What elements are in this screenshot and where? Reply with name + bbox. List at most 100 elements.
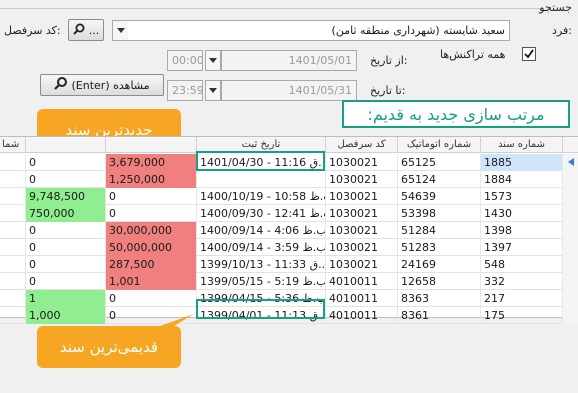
table-row[interactable]: 0287,5001399/10/13 - 11:33 ق...103002124… [0, 256, 578, 273]
from-date-dropdown[interactable] [205, 50, 221, 71]
cell-credit: 0 [25, 171, 105, 188]
cell-debit: 0 [105, 290, 196, 307]
lookup-button[interactable]: ... [68, 19, 104, 41]
from-date-label: از تاریخ: [370, 54, 408, 67]
cell-doc-no: 1397 [480, 239, 562, 256]
newest-date-highlight [196, 151, 325, 171]
person-select[interactable]: سعید شایسته (شهرداری منطقه ثامن) [112, 20, 510, 41]
to-date-field[interactable]: 1401/05/31 [221, 80, 357, 101]
cell-credit: 1 [25, 290, 105, 307]
row-indicator[interactable] [562, 154, 578, 171]
from-time-field[interactable]: 00:00 [167, 50, 203, 71]
table-row[interactable]: 0 1,250,000 1030021 65124 1884 [0, 171, 578, 188]
cell-ledger-code: 4010011 [325, 290, 397, 307]
group-divider [0, 8, 540, 9]
cell-auto-no: 8361 [397, 307, 480, 324]
from-date-value: 1401/05/01 [288, 54, 352, 67]
cell-auto-no: 51283 [397, 239, 480, 256]
cell-doc-no: 175 [480, 307, 562, 324]
cell-doc-no: 1573 [480, 188, 562, 205]
cell-auto-no: 54639 [397, 188, 480, 205]
row-indicator[interactable] [562, 222, 578, 239]
from-date-field[interactable]: 1401/05/01 [221, 50, 357, 71]
cell-auto-no: 65124 [397, 171, 480, 188]
chevron-down-icon [209, 88, 217, 93]
cell-credit: 0 [25, 239, 105, 256]
cell-ledger-code: 1030021 [325, 154, 397, 171]
oldest-callout-arrow [160, 314, 194, 326]
cell-reg-date: 1399/05/15 - 5:19 ب.ظ [196, 273, 325, 290]
table-row[interactable]: 0 1,001 1399/05/15 - 5:19 ب.ظ 4010011 12658 3… [0, 273, 578, 290]
cell-credit: 750,000 [25, 205, 105, 222]
row-indicator[interactable] [562, 273, 578, 290]
cell-ledger-code: 1030021 [325, 256, 397, 273]
oldest-date-highlight [196, 299, 325, 319]
cell-reg-date: 1400/09/30 - 12:41 ب.ظ [196, 205, 325, 222]
to-date-label: تا تاریخ: [370, 84, 406, 97]
column-header-debit[interactable] [25, 137, 105, 153]
cell-ledger-code: 1030021 [325, 171, 397, 188]
to-time-value: 23:59 [172, 84, 203, 97]
view-button-label: مشاهده (Enter) [71, 78, 150, 92]
cell-ledger-code: 1030021 [325, 222, 397, 239]
table-row[interactable]: 750,00001400/09/30 - 12:41 ب.ظ1030021533… [0, 205, 578, 222]
table-row[interactable]: 0 50,000,000 1400/09/14 - 3:59 ب.ظ 1030021 5… [0, 239, 578, 256]
column-header-auto-no[interactable]: شماره اتوماتیک [397, 137, 480, 153]
view-button[interactable]: مشاهده (Enter) [40, 74, 164, 96]
cell-credit: 0 [25, 222, 105, 239]
row-indicator[interactable] [562, 205, 578, 222]
column-header-cut[interactable]: شما [0, 137, 25, 153]
cell-ledger-code: 1030021 [325, 188, 397, 205]
search-icon [54, 77, 68, 93]
cell-credit: 0 [25, 154, 105, 171]
row-indicator[interactable] [562, 239, 578, 256]
cell-auto-no: 53398 [397, 205, 480, 222]
to-date-value: 1401/05/31 [288, 84, 352, 97]
cell-doc-no: 548 [480, 256, 562, 273]
lookup-button-label: ... [88, 23, 100, 37]
column-header-ledger-code[interactable]: کد سرفصل [325, 137, 397, 153]
cell-doc-no: 332 [480, 273, 562, 290]
cell-debit: 1,250,000 [105, 171, 196, 188]
cell-debit: 0 [105, 205, 196, 222]
chevron-down-icon [209, 58, 217, 63]
row-indicator[interactable] [562, 188, 578, 205]
row-indicator[interactable] [562, 307, 578, 324]
cell-reg-date [196, 171, 325, 188]
cell-reg-date: 1399/10/13 - 11:33 ق... [196, 256, 325, 273]
cell-debit: 3,679,000 [105, 154, 196, 171]
cell-ledger-code: 1030021 [325, 205, 397, 222]
cell-debit: 0 [105, 188, 196, 205]
cell-auto-no: 65125 [397, 154, 480, 171]
row-indicator[interactable] [562, 290, 578, 307]
column-header-indicator [562, 137, 578, 153]
from-time-value: 00:00 [172, 54, 203, 67]
cell-debit: 50,000,000 [105, 239, 196, 256]
column-header-credit[interactable] [105, 137, 196, 153]
cell-ledger-code: 1030021 [325, 239, 397, 256]
column-header-doc-no[interactable]: شماره سند [480, 137, 562, 153]
search-group-title: جستجو [539, 1, 572, 14]
cell-auto-no: 12658 [397, 273, 480, 290]
cell-reg-date: 1400/09/14 - 3:59 ب.ظ [196, 239, 325, 256]
cell-auto-no: 51284 [397, 222, 480, 239]
table-row[interactable]: 9,748,50001400/10/19 - 10:58 ب.ظ10300215… [0, 188, 578, 205]
row-indicator[interactable] [562, 256, 578, 273]
table-row[interactable]: 0 30,000,000 1400/09/14 - 4:06 ب.ظ 1030021 5… [0, 222, 578, 239]
all-transactions-checkbox[interactable] [522, 47, 536, 61]
row-indicator[interactable] [562, 171, 578, 188]
person-dropdown-button[interactable] [112, 20, 128, 41]
check-icon [524, 49, 534, 59]
cell-reg-date: 1400/10/19 - 10:58 ب.ظ [196, 188, 325, 205]
cell-doc-no: 1398 [480, 222, 562, 239]
to-time-field[interactable]: 23:59 [167, 80, 203, 101]
cell-credit: 0 [25, 256, 105, 273]
sort-order-banner: مرتب سازی جدید به قدیم: [342, 100, 570, 128]
chevron-down-icon [116, 28, 125, 33]
person-label: فرد: [552, 24, 572, 37]
cell-debit: 287,500 [105, 256, 196, 273]
cell-credit: 0 [25, 273, 105, 290]
to-date-dropdown[interactable] [205, 80, 221, 101]
cell-doc-no: 217 [480, 290, 562, 307]
cell-ledger-code: 4010011 [325, 273, 397, 290]
